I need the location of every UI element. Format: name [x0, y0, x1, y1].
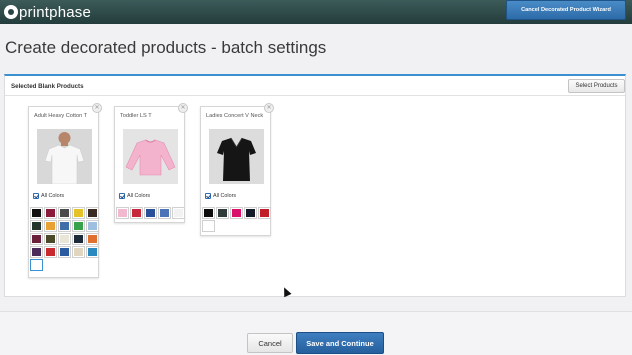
remove-product-icon[interactable]: ✕	[178, 103, 188, 113]
product-image	[37, 129, 92, 184]
color-swatch[interactable]	[144, 207, 157, 219]
product-name: Adult Heavy Cotton T	[34, 113, 88, 119]
product-name: Toddler LS T	[120, 113, 152, 119]
color-swatch[interactable]	[44, 207, 57, 219]
color-swatch[interactable]	[30, 246, 43, 258]
color-swatch[interactable]	[30, 233, 43, 245]
checkbox-checked-icon[interactable]	[33, 193, 39, 199]
select-products-button[interactable]: Select Products	[568, 79, 625, 93]
color-swatches	[116, 207, 185, 219]
cancel-wizard-button[interactable]: Cancel Decorated Product Wizard	[506, 0, 626, 20]
panel-header: Selected Blank Products Select Products	[5, 76, 625, 96]
black-vneck-icon	[209, 129, 264, 184]
color-swatch[interactable]	[30, 259, 43, 271]
color-swatch[interactable]	[230, 207, 243, 219]
product-name: Ladies Concert V Neck	[206, 113, 264, 119]
logo-text: printphase	[19, 3, 92, 21]
color-swatch[interactable]	[172, 207, 185, 219]
printphase-logo-icon	[4, 5, 18, 19]
color-swatch[interactable]	[244, 207, 257, 219]
page-title: Create decorated products - batch settin…	[5, 38, 327, 57]
color-swatches	[30, 207, 99, 271]
color-swatch[interactable]	[86, 207, 99, 219]
remove-product-icon[interactable]: ✕	[264, 103, 274, 113]
all-colors-label: All Colors	[213, 193, 237, 199]
all-colors-label: All Colors	[127, 193, 151, 199]
all-colors-toggle[interactable]: All Colors	[205, 193, 236, 199]
color-swatch[interactable]	[86, 220, 99, 232]
color-swatch[interactable]	[58, 207, 71, 219]
color-swatch[interactable]	[72, 233, 85, 245]
color-swatch[interactable]	[72, 207, 85, 219]
color-swatches	[202, 207, 271, 232]
selected-products-panel: Selected Blank Products Select Products …	[4, 74, 626, 297]
color-swatch[interactable]	[86, 246, 99, 258]
color-swatch[interactable]	[72, 246, 85, 258]
remove-product-icon[interactable]: ✕	[92, 103, 102, 113]
panel-title: Selected Blank Products	[11, 83, 84, 90]
white-tshirt-icon	[37, 129, 92, 184]
color-swatch[interactable]	[58, 220, 71, 232]
product-image	[209, 129, 264, 184]
footer-bar: Cancel Save and Continue	[0, 311, 632, 355]
product-image	[123, 129, 178, 184]
color-swatch[interactable]	[30, 207, 43, 219]
color-swatch[interactable]	[44, 220, 57, 232]
color-swatch[interactable]	[202, 207, 215, 219]
top-bar: printphase Cancel Decorated Product Wiza…	[0, 0, 632, 24]
checkbox-checked-icon[interactable]	[205, 193, 211, 199]
pink-longsleeve-icon	[123, 129, 178, 184]
checkbox-checked-icon[interactable]	[119, 193, 125, 199]
product-card: Ladies Concert V Neck ✕ All Colors	[200, 103, 274, 236]
color-swatch[interactable]	[116, 207, 129, 219]
color-swatch[interactable]	[72, 220, 85, 232]
logo[interactable]: printphase	[4, 2, 91, 22]
color-swatch[interactable]	[86, 233, 99, 245]
color-swatch[interactable]	[30, 220, 43, 232]
color-swatch[interactable]	[158, 207, 171, 219]
color-swatch[interactable]	[44, 246, 57, 258]
product-card: Toddler LS T ✕ All Colors	[114, 103, 188, 223]
color-swatch[interactable]	[202, 220, 215, 232]
product-card: Adult Heavy Cotton T ✕ All Colors	[28, 103, 102, 278]
color-swatch[interactable]	[58, 246, 71, 258]
all-colors-toggle[interactable]: All Colors	[33, 193, 64, 199]
color-swatch[interactable]	[216, 207, 229, 219]
save-and-continue-button[interactable]: Save and Continue	[296, 332, 384, 354]
color-swatch[interactable]	[130, 207, 143, 219]
color-swatch[interactable]	[258, 207, 271, 219]
all-colors-label: All Colors	[41, 193, 65, 199]
color-swatch[interactable]	[58, 233, 71, 245]
all-colors-toggle[interactable]: All Colors	[119, 193, 150, 199]
cancel-button[interactable]: Cancel	[247, 333, 293, 353]
color-swatch[interactable]	[44, 233, 57, 245]
